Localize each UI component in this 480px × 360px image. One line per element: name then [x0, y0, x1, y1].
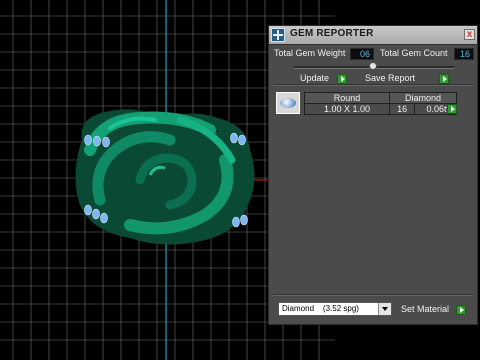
cell-size: 1.00 X 1.00: [304, 103, 390, 115]
panel-titlebar[interactable]: GEM REPORTER x: [269, 26, 477, 45]
set-material-button[interactable]: Set Material: [401, 303, 449, 316]
header-shape: Round: [304, 92, 390, 104]
cell-count: 16: [388, 103, 416, 115]
close-icon[interactable]: x: [464, 29, 475, 40]
play-arrow-icon[interactable]: [439, 74, 449, 84]
gem-reporter-panel: GEM REPORTER x Total Gem Weight 06 Total…: [268, 25, 478, 325]
table-header-row: Round Diamond: [304, 92, 457, 104]
save-report-label: Save Report: [365, 73, 416, 83]
ring-model: [75, 109, 255, 245]
gem-table: Round Diamond 1.00 X 1.00 16 0.06tw: [304, 92, 457, 115]
slider-handle[interactable]: [369, 62, 377, 70]
total-gem-weight-label: Total Gem Weight: [274, 48, 346, 58]
round-gem-thumbnail[interactable]: [276, 92, 300, 114]
material-select[interactable]: Diamond (3.52 spg): [278, 302, 392, 316]
gem-reporter-app-icon: [271, 28, 285, 42]
table-row[interactable]: 1.00 X 1.00 16 0.06tw: [304, 103, 457, 115]
play-arrow-icon[interactable]: [456, 305, 466, 315]
divider: [273, 84, 473, 86]
total-gem-count-label: Total Gem Count: [380, 48, 448, 58]
panel-title: GEM REPORTER: [290, 28, 374, 39]
set-material-label: Set Material: [401, 304, 450, 314]
header-material: Diamond: [389, 92, 457, 104]
update-label: Update: [300, 73, 330, 83]
total-gem-weight-value: 06: [350, 48, 374, 60]
play-arrow-icon[interactable]: [447, 104, 457, 114]
divider: [273, 294, 473, 296]
total-gem-count-value: 16: [454, 48, 474, 60]
material-select-value: Diamond (3.52 spg): [282, 304, 359, 313]
play-arrow-icon[interactable]: [337, 74, 347, 84]
chevron-down-icon[interactable]: [378, 303, 391, 315]
